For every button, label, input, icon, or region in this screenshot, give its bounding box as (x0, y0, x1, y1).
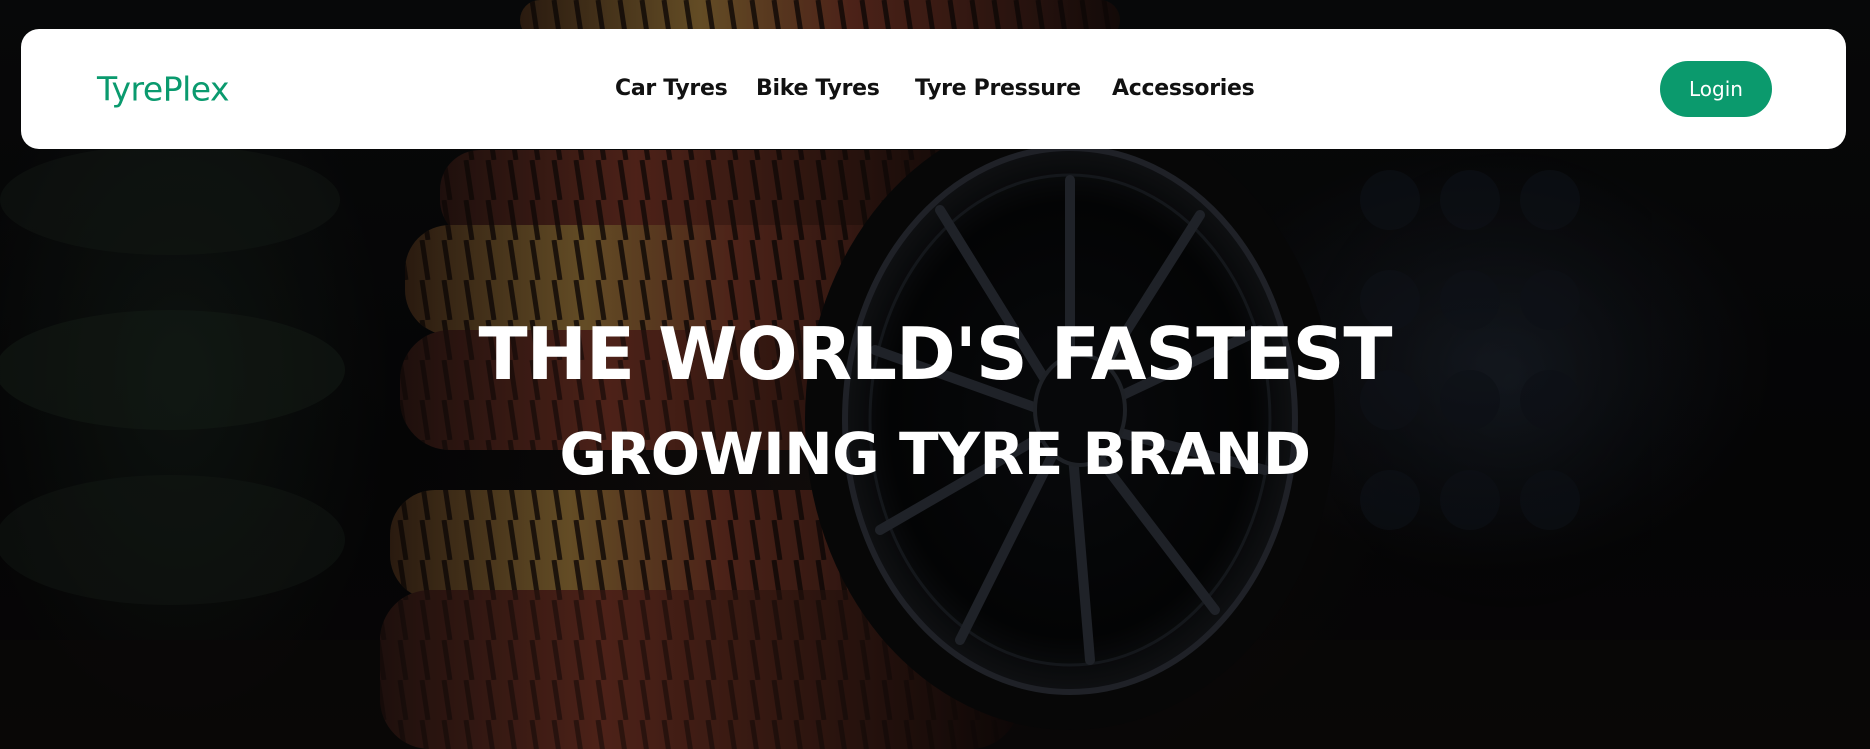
nav-item-accessories[interactable]: Accessories (1112, 69, 1255, 109)
login-button[interactable]: Login (1660, 61, 1772, 117)
nav-links: Car Tyres Bike Tyres Tyre Pressure Acces… (21, 69, 1846, 109)
top-navbar: TyrePlex Car Tyres Bike Tyres Tyre Press… (21, 29, 1846, 149)
hero-headline-line-1: THE WORLD'S FASTEST (478, 312, 1392, 396)
hero-headline-line-2: GROWING TYRE BRAND (559, 420, 1311, 488)
nav-item-tyre-pressure[interactable]: Tyre Pressure (915, 69, 1081, 109)
nav-item-bike-tyres[interactable]: Bike Tyres (756, 69, 880, 109)
hero-section: TyrePlex Car Tyres Bike Tyres Tyre Press… (0, 0, 1870, 749)
nav-item-car-tyres[interactable]: Car Tyres (615, 69, 728, 109)
